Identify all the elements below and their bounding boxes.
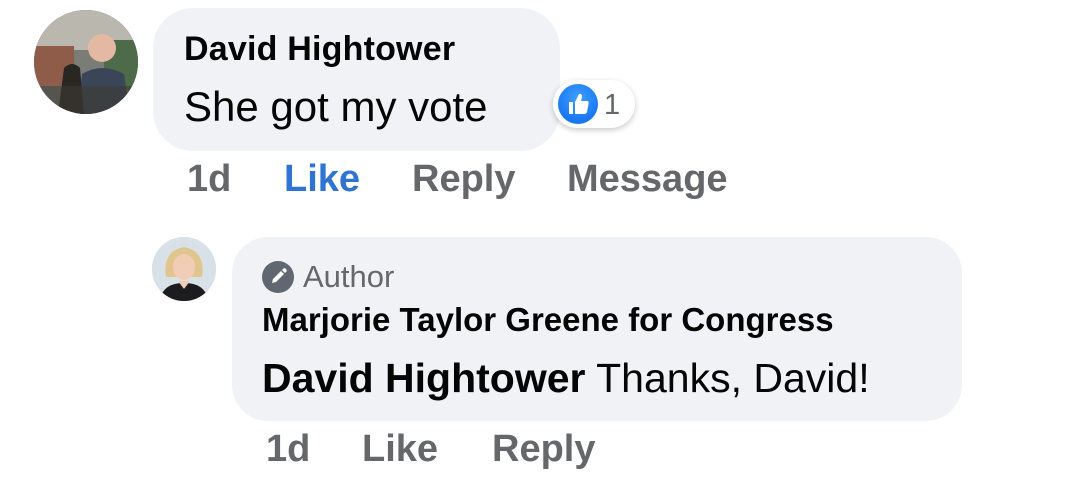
reply-author-photo: [152, 237, 216, 301]
pencil-icon: [262, 261, 294, 293]
reaction-count: 1: [604, 89, 621, 121]
message-button[interactable]: Message: [567, 158, 728, 201]
like-button[interactable]: Like: [284, 158, 360, 201]
comment-bubble: David Hightower She got my vote: [153, 8, 560, 151]
commenter-photo: [34, 10, 138, 114]
like-icon: [558, 84, 598, 124]
comment-author-name[interactable]: David Hightower: [184, 30, 455, 69]
reply-timestamp[interactable]: 1d: [266, 428, 310, 471]
reply-message: Thanks, David!: [585, 355, 870, 401]
reply-like-button[interactable]: Like: [362, 428, 438, 471]
author-badge-label: Author: [303, 259, 395, 294]
reply-bubble: Author Marjorie Taylor Greene for Congre…: [232, 237, 962, 421]
comment-actions: 1d Like Reply Message: [0, 158, 1080, 208]
reply-button[interactable]: Reply: [412, 158, 515, 201]
reply-author-avatar[interactable]: [152, 237, 216, 301]
reply-text: David Hightower Thanks, David!: [262, 355, 870, 402]
reply-reply-button[interactable]: Reply: [492, 428, 595, 471]
comment-text: She got my vote: [184, 83, 488, 130]
mention-link[interactable]: David Hightower: [262, 355, 585, 401]
commenter-avatar[interactable]: [34, 10, 138, 114]
reply-actions: 1d Like Reply: [0, 428, 1080, 478]
comment-timestamp[interactable]: 1d: [187, 158, 231, 201]
reply-author-name[interactable]: Marjorie Taylor Greene for Congress: [262, 301, 834, 339]
reaction-summary[interactable]: 1: [553, 80, 635, 128]
